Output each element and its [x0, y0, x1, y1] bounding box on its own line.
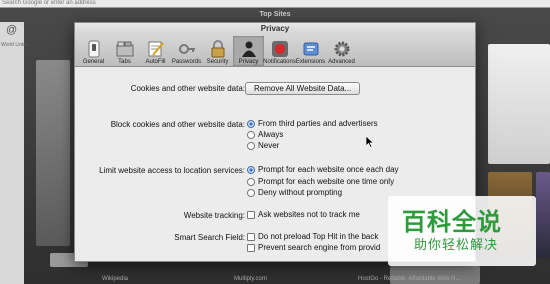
do-not-track-checkbox-row[interactable]: Ask websites not to track me — [247, 210, 360, 219]
cookies-label: Cookies and other website data: — [130, 84, 245, 93]
radio-button[interactable] — [247, 177, 255, 186]
option-label: Deny without prompting — [258, 188, 343, 197]
autofill-pencil-icon — [148, 41, 164, 57]
option-label: Prompt for each website once each day — [258, 165, 399, 174]
option-label: Ask websites not to track me — [258, 210, 360, 219]
window-title: Privacy — [75, 23, 475, 35]
radio-button[interactable] — [247, 130, 255, 139]
thumbnail-caption: HostGo - Reliable, Affordable Web H... — [358, 276, 461, 282]
watermark-sub-text: 助你轻松解决 — [414, 237, 499, 252]
checkbox[interactable] — [247, 232, 255, 241]
top-site-thumbnail[interactable] — [536, 172, 550, 258]
top-sites-title: Top Sites — [259, 11, 291, 18]
tab-label: Passwords — [171, 59, 202, 65]
location-option-deny[interactable]: Deny without prompting — [247, 188, 342, 197]
tab-label: General — [82, 59, 105, 65]
smart-search-field-label: Smart Search Field: — [174, 233, 245, 242]
remove-all-website-data-button[interactable]: Remove All Website Data... — [245, 82, 361, 95]
radio-button-selected[interactable] — [247, 165, 255, 174]
tab-tabs[interactable]: Tabs — [109, 36, 140, 66]
option-label: Do not preload Top Hit in the back — [258, 232, 379, 241]
block-option-third-parties[interactable]: From third parties and advertisers — [247, 119, 378, 128]
checkbox[interactable] — [247, 210, 255, 219]
address-bar[interactable]: Search Google or enter an address — [0, 0, 550, 8]
radio-button[interactable] — [247, 141, 255, 150]
at-sign-icon: @ — [6, 24, 18, 36]
tab-security[interactable]: Security — [202, 36, 233, 66]
mouse-pointer-icon — [366, 136, 374, 148]
preferences-toolbar: General Tabs AutoFill Passwords Security… — [75, 35, 475, 67]
advanced-gear-icon — [334, 41, 349, 57]
tab-general[interactable]: General — [78, 36, 109, 66]
website-tracking-label: Website tracking: — [183, 211, 245, 220]
option-label: From third parties and advertisers — [258, 119, 378, 128]
general-switch-icon — [88, 40, 99, 58]
tab-label: Tabs — [118, 59, 131, 65]
option-label: Never — [258, 141, 280, 150]
passwords-key-icon — [178, 44, 195, 54]
tab-advanced[interactable]: Advanced — [326, 36, 357, 66]
security-lock-icon — [211, 40, 224, 58]
tab-privacy[interactable]: Privacy — [233, 36, 264, 66]
location-option-once-each-day[interactable]: Prompt for each website once each day — [247, 165, 399, 174]
location-option-one-time-only[interactable]: Prompt for each website one time only — [247, 177, 394, 186]
privacy-silhouette-icon — [241, 41, 256, 57]
tab-label: AutoFill — [145, 59, 166, 65]
sidebar-label: World Links — [1, 42, 28, 48]
tab-label: Privacy — [238, 59, 259, 65]
tab-label: Advanced — [328, 59, 355, 65]
tab-extensions[interactable]: Extensions — [295, 36, 326, 66]
option-label: Always — [258, 130, 284, 139]
tab-notifications[interactable]: Notifications — [263, 36, 296, 66]
extensions-icon — [303, 42, 318, 56]
thumbnail-caption: Multiply.com — [234, 276, 267, 282]
location-services-label: Limit website access to location service… — [99, 166, 245, 175]
prevent-search-suggestions-checkbox-row[interactable]: Prevent search engine from provid — [247, 243, 380, 252]
tab-label: Extensions — [295, 59, 326, 65]
block-cookies-label: Block cookies and other website data: — [110, 120, 245, 129]
radio-button-selected[interactable] — [247, 119, 255, 128]
watermark-logo: 百科全说 助你轻松解决 — [388, 196, 536, 266]
address-bar-text: Search Google or enter an address — [2, 0, 96, 6]
radio-button[interactable] — [247, 188, 255, 197]
checkbox[interactable] — [247, 243, 255, 252]
top-site-thumbnail[interactable] — [488, 44, 550, 164]
notifications-icon — [271, 41, 288, 57]
tab-passwords[interactable]: Passwords — [171, 36, 202, 66]
watermark-main-text: 百科全说 — [402, 209, 502, 236]
top-site-thumbnail[interactable] — [36, 60, 70, 246]
tab-label: Notifications — [263, 59, 296, 65]
thumbnail-caption: Wikipedia — [102, 276, 129, 282]
preload-top-hit-checkbox-row[interactable]: Do not preload Top Hit in the back — [247, 232, 378, 241]
option-label: Prevent search engine from provid — [258, 243, 381, 252]
tab-autofill[interactable]: AutoFill — [140, 36, 171, 66]
option-label: Prompt for each website one time only — [258, 177, 395, 186]
block-option-always[interactable]: Always — [247, 130, 283, 139]
tabs-icon — [116, 41, 133, 57]
block-option-never[interactable]: Never — [247, 141, 279, 150]
tab-label: Security — [206, 59, 229, 65]
top-sites-sidebar — [0, 22, 24, 284]
